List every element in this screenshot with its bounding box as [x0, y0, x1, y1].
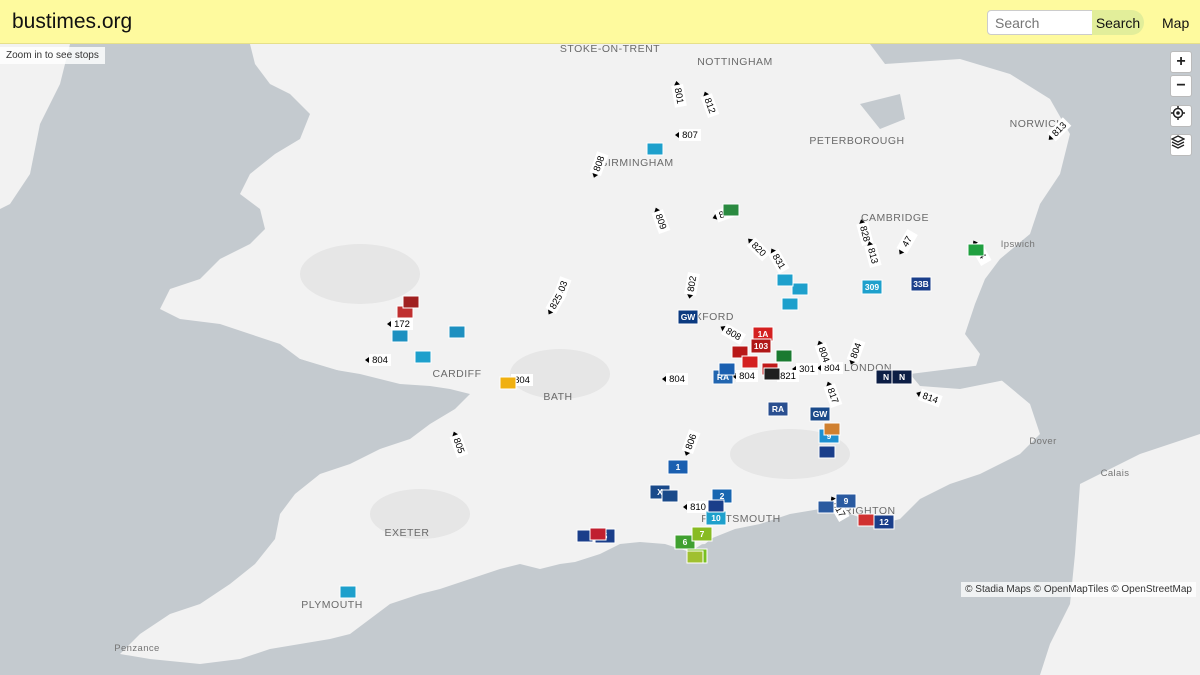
- svg-text:810: 810: [690, 502, 706, 513]
- vehicle-marker[interactable]: [722, 203, 740, 217]
- map-view[interactable]: STOKE-ON-TRENT NOTTINGHAM NORWICH PETERBORO…: [0, 44, 1200, 675]
- svg-text:N: N: [899, 372, 905, 382]
- vehicle-marker[interactable]: [817, 500, 835, 514]
- layers-button[interactable]: [1170, 134, 1192, 156]
- map-canvas[interactable]: STOKE-ON-TRENTNOTTINGHAMNORWICHPETERBORO…: [0, 44, 1200, 675]
- vehicle-marker[interactable]: [763, 367, 781, 381]
- vehicle-marker[interactable]: N: [891, 369, 913, 385]
- svg-text:GW: GW: [813, 409, 829, 419]
- vehicle-marker[interactable]: [776, 273, 794, 287]
- locate-icon: [1171, 106, 1185, 120]
- zoom-hint: Zoom in to see stops: [0, 47, 105, 64]
- vehicle-marker[interactable]: GW: [677, 309, 699, 325]
- place-label: PLYMOUTH: [301, 599, 363, 611]
- svg-text:821: 821: [780, 371, 796, 382]
- vehicle-marker[interactable]: [414, 350, 432, 364]
- hills-area: [300, 244, 420, 304]
- locate-button[interactable]: [1170, 105, 1192, 127]
- vehicle-marker[interactable]: [775, 349, 793, 363]
- site-logo[interactable]: bustimes.org: [12, 10, 132, 34]
- vehicle-marker[interactable]: [791, 282, 809, 296]
- vehicle-marker[interactable]: 1: [667, 459, 689, 475]
- vehicle-marker[interactable]: 9: [835, 493, 857, 509]
- svg-text:RA: RA: [772, 404, 784, 414]
- search-input[interactable]: [987, 10, 1093, 35]
- svg-text:804: 804: [372, 355, 388, 366]
- place-label: BIRMINGHAM: [600, 157, 673, 169]
- vehicle-marker[interactable]: [781, 297, 799, 311]
- svg-text:172: 172: [394, 319, 410, 330]
- place-label: Penzance: [114, 643, 159, 654]
- svg-text:804: 804: [739, 371, 755, 382]
- vehicle-marker[interactable]: 12: [873, 514, 895, 530]
- vehicle-marker[interactable]: [391, 329, 409, 343]
- vehicle-marker[interactable]: [402, 295, 420, 309]
- svg-text:1A: 1A: [758, 329, 769, 339]
- svg-text:12: 12: [879, 517, 889, 527]
- zoom-out-button[interactable]: −: [1170, 75, 1192, 97]
- svg-text:1: 1: [676, 462, 681, 472]
- vehicle-marker[interactable]: [741, 355, 759, 369]
- place-label: PETERBOROUGH: [809, 135, 904, 147]
- svg-text:7: 7: [700, 529, 705, 539]
- vehicle-marker[interactable]: 10: [705, 510, 727, 526]
- svg-text:309: 309: [865, 282, 879, 292]
- svg-text:10: 10: [711, 513, 721, 523]
- vehicle-marker[interactable]: [818, 445, 836, 459]
- svg-text:33B: 33B: [913, 279, 929, 289]
- svg-text:6: 6: [683, 537, 688, 547]
- place-label: CAMBRIDGE: [861, 212, 929, 224]
- vehicle-marker[interactable]: [448, 325, 466, 339]
- vehicle-marker[interactable]: [589, 527, 607, 541]
- place-label: Calais: [1101, 468, 1130, 479]
- svg-text:301: 301: [799, 364, 815, 375]
- map-attribution[interactable]: © Stadia Maps © OpenMapTiles © OpenStree…: [961, 582, 1196, 597]
- layers-icon: [1171, 135, 1185, 149]
- svg-text:GW: GW: [681, 312, 697, 322]
- svg-text:N: N: [883, 372, 889, 382]
- vehicle-marker[interactable]: [661, 489, 679, 503]
- place-label: NOTTINGHAM: [697, 56, 773, 68]
- vehicle-marker[interactable]: 103: [750, 338, 772, 354]
- vehicle-marker[interactable]: [646, 142, 664, 156]
- place-label: BATH: [543, 391, 572, 403]
- place-label: CARDIFF: [433, 368, 482, 380]
- vehicle-marker[interactable]: [686, 550, 704, 564]
- vehicle-marker[interactable]: 309: [861, 279, 883, 295]
- vehicle-marker[interactable]: [823, 422, 841, 436]
- place-label: EXETER: [384, 527, 429, 539]
- zoom-in-button[interactable]: +: [1170, 51, 1192, 73]
- svg-text:804: 804: [669, 374, 685, 385]
- svg-text:103: 103: [754, 341, 768, 351]
- vehicle-marker[interactable]: [339, 585, 357, 599]
- svg-text:807: 807: [682, 130, 698, 141]
- vehicle-marker[interactable]: 7: [691, 526, 713, 542]
- vehicle-marker[interactable]: 33B: [910, 276, 932, 292]
- nav-link-map[interactable]: Map: [1162, 15, 1189, 31]
- site-header: bustimes.org Search Map: [0, 0, 1200, 44]
- place-label: Ipswich: [1001, 239, 1035, 250]
- vehicle-marker[interactable]: [967, 243, 985, 257]
- vehicle-marker[interactable]: [857, 513, 875, 527]
- vehicle-marker[interactable]: RA: [767, 401, 789, 417]
- place-label: STOKE-ON-TRENT: [560, 44, 660, 55]
- vehicle-marker[interactable]: GW: [809, 406, 831, 422]
- svg-text:9: 9: [844, 496, 849, 506]
- search-button[interactable]: Search: [1092, 10, 1144, 35]
- vehicle-marker[interactable]: [718, 362, 736, 376]
- place-label: Dover: [1029, 436, 1056, 447]
- vehicle-marker[interactable]: [707, 499, 725, 513]
- vehicle-marker[interactable]: [499, 376, 517, 390]
